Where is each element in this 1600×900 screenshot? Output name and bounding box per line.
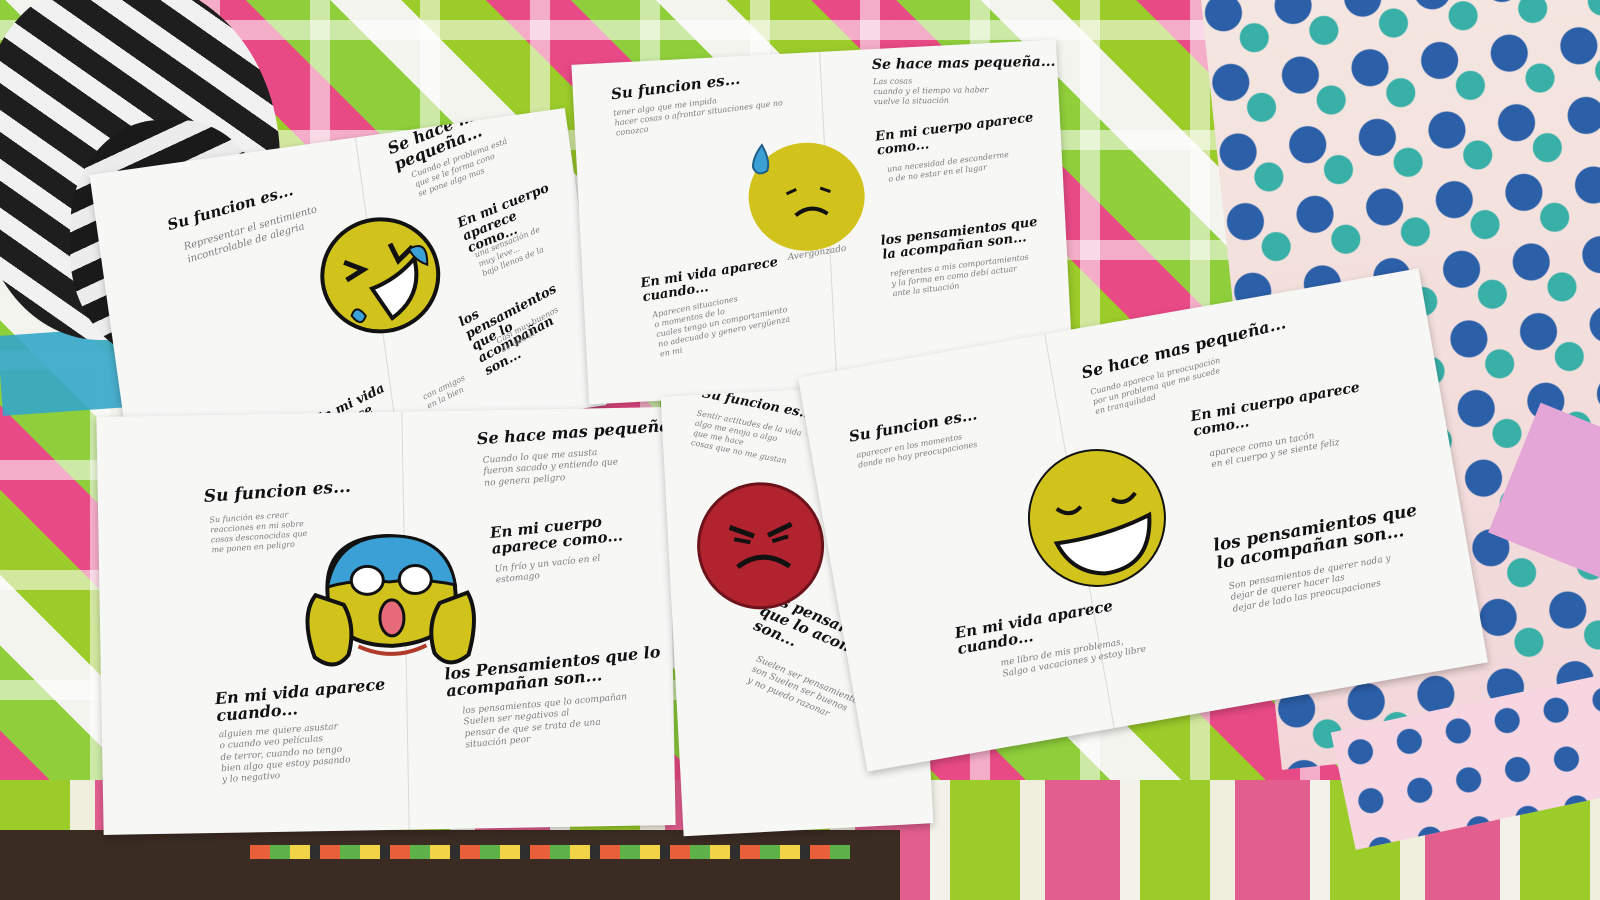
striped-trim: [250, 845, 850, 859]
grinning-emoji: [1012, 434, 1186, 608]
sheet-notes: Cuando lo que me asusta fueron sacado y …: [482, 447, 619, 489]
sheet-heading: En mi cuerpo aparece como...: [489, 512, 624, 558]
sheet-notes: Las cosas cuando y el tiempo va haber vu…: [873, 76, 989, 107]
sweat-frown-emoji: [736, 132, 872, 259]
sheet-notes: con amigos en la bien: [421, 373, 467, 411]
sheet-notes: Un frío y un vacío en el estomago: [494, 553, 602, 586]
sheet-heading: En mi cuerpo aparece como...: [874, 110, 1035, 159]
sheet-notes: una necesidad de esconderme o de no esta…: [886, 149, 1010, 184]
sheet-heading: Se hace mas pequeña: [476, 415, 671, 449]
sheet-heading: Su funcion es...: [203, 476, 352, 507]
worksheet-fear: Se hace mas pequeña Cuando lo que me asu…: [96, 407, 676, 835]
sheet-heading: los pensamientos que lo acompañan son...: [1211, 500, 1419, 574]
sheet-notes: aparece como un tacón en el cuerpo y se …: [1208, 431, 1341, 471]
angry-emoji: [689, 474, 836, 621]
sheet-notes: los pensamientos que lo acompañan Suelen…: [462, 692, 628, 751]
screaming-fear-emoji: [296, 520, 479, 683]
photo-scene: Se hace mas pequeña... Cuando el problem…: [0, 0, 1600, 900]
sheet-notes: referentes a mis comportamientos y la fo…: [889, 252, 1030, 299]
sheet-notes: Su función es crear reacciones en mi sob…: [209, 510, 308, 555]
sheet-heading: Se hace mas pequeña...: [871, 53, 1056, 73]
floor-edge: [0, 830, 900, 900]
laughing-tears-emoji: [309, 207, 454, 344]
sheet-notes: alguien me quiere asustar o cuando veo p…: [218, 722, 351, 786]
